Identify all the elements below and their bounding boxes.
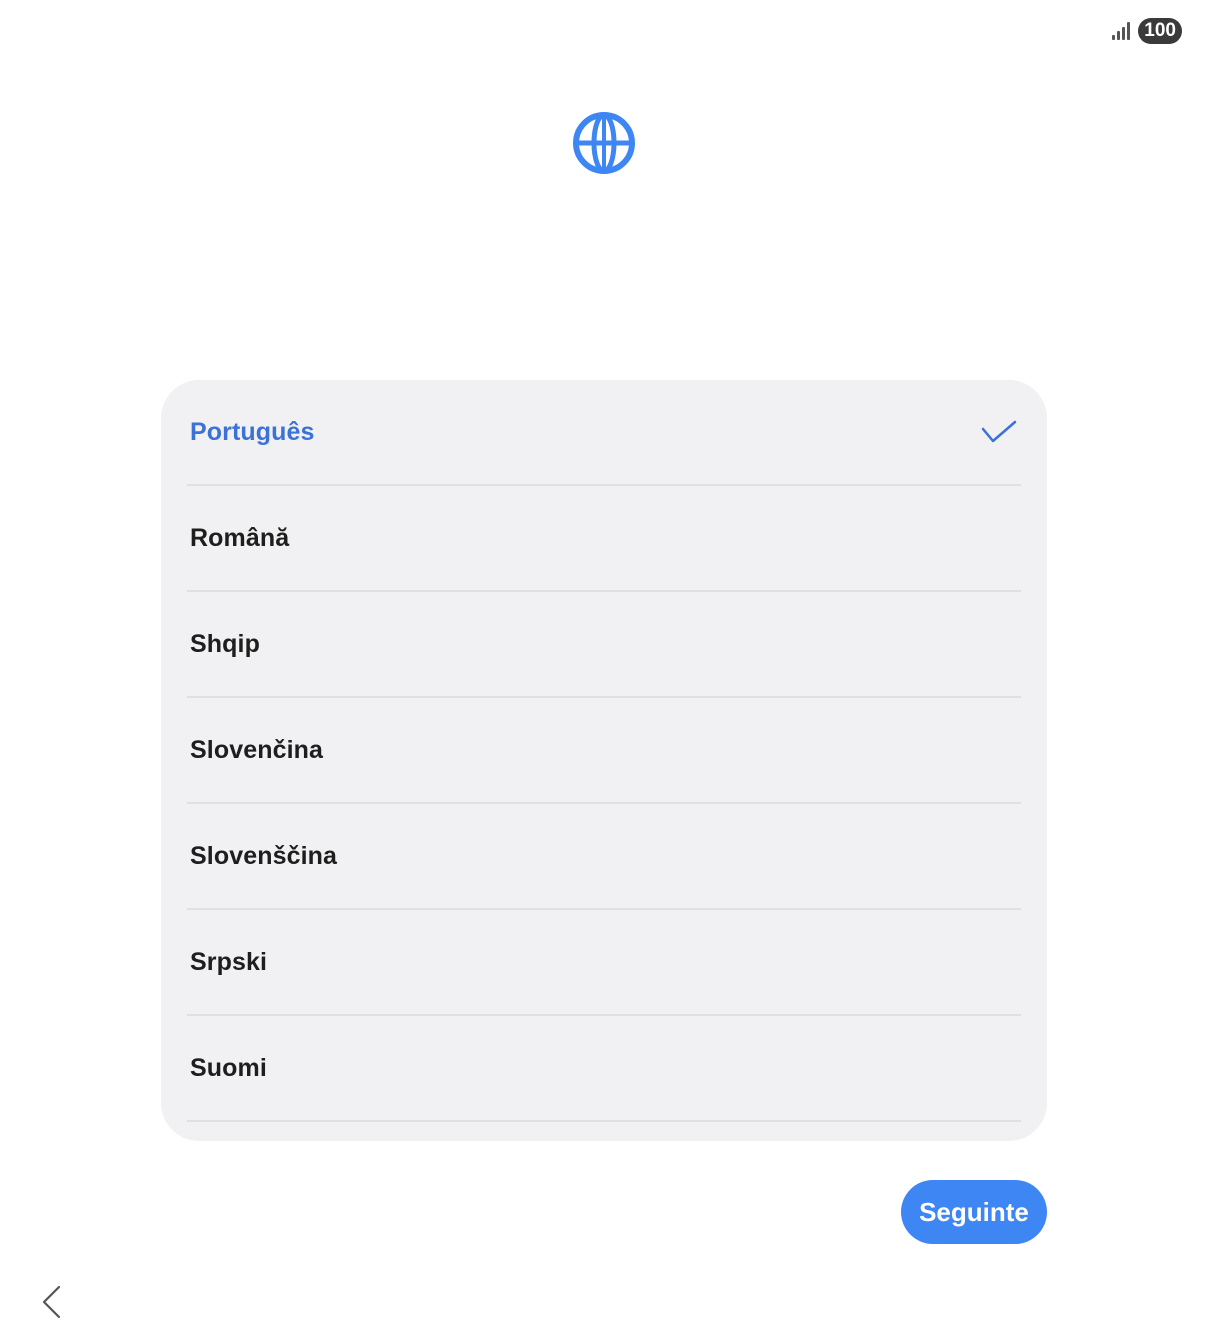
status-bar: 100 bbox=[1112, 18, 1182, 44]
language-item-romana[interactable]: Română bbox=[187, 486, 1021, 592]
language-label: Srpski bbox=[190, 947, 268, 976]
language-label: Português bbox=[190, 417, 315, 446]
language-item-shqip[interactable]: Shqip bbox=[187, 592, 1021, 698]
language-label: Suomi bbox=[190, 1053, 267, 1082]
language-list: Português Română Shqip Slovenčina Sloven… bbox=[161, 380, 1047, 1141]
checkmark-icon bbox=[981, 420, 1017, 443]
language-item-srpski[interactable]: Srpski bbox=[187, 910, 1021, 1016]
language-item-portugues[interactable]: Português bbox=[187, 380, 1021, 486]
globe-icon bbox=[573, 112, 635, 174]
battery-level: 100 bbox=[1138, 18, 1182, 44]
signal-strength-icon bbox=[1112, 22, 1131, 40]
language-label: Slovenčina bbox=[190, 735, 323, 764]
next-button[interactable]: Seguinte bbox=[901, 1180, 1047, 1244]
language-item-slovenscina[interactable]: Slovenščina bbox=[187, 804, 1021, 910]
language-item-suomi[interactable]: Suomi bbox=[187, 1016, 1021, 1122]
language-label: Română bbox=[190, 523, 290, 552]
back-chevron-icon[interactable] bbox=[38, 1284, 68, 1320]
language-item-slovencina[interactable]: Slovenčina bbox=[187, 698, 1021, 804]
language-label: Shqip bbox=[190, 629, 260, 658]
language-label: Slovenščina bbox=[190, 841, 337, 870]
language-selection-screen: 100 Português Română Shqip Slovenčina Sl… bbox=[0, 0, 1208, 1340]
